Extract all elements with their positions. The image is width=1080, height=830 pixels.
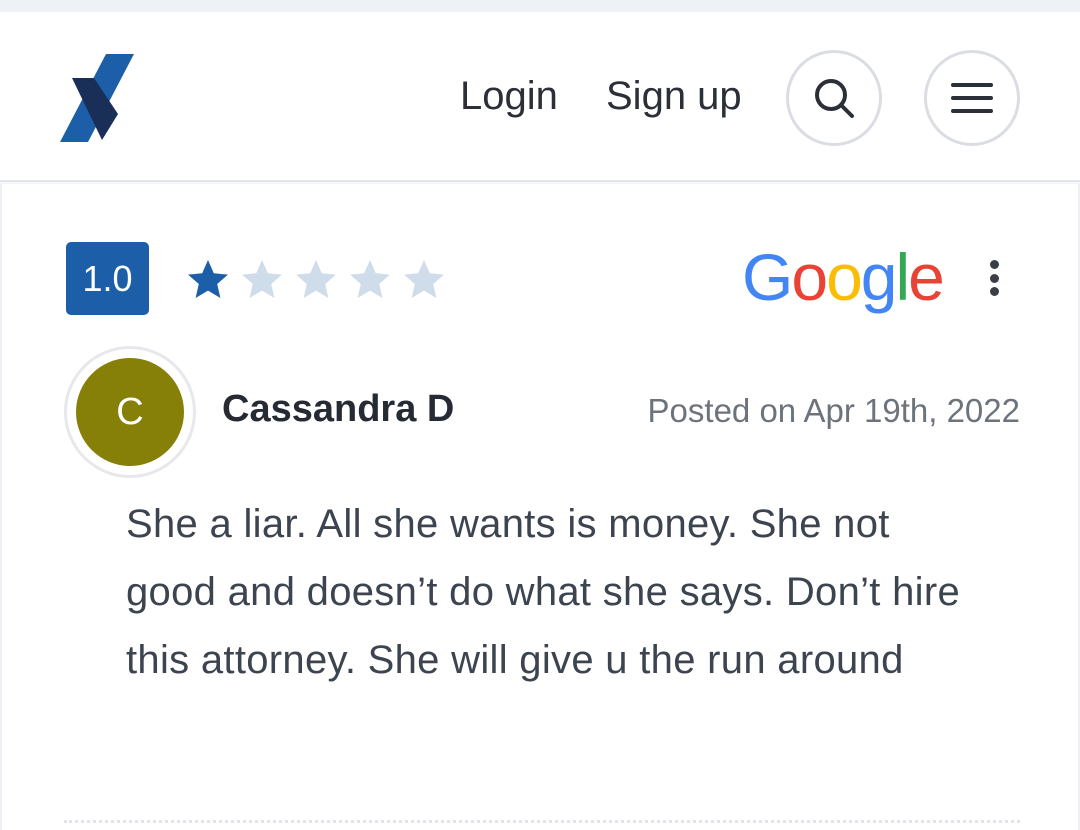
top-strip xyxy=(0,0,1080,12)
avatar-initial: C xyxy=(76,358,184,466)
star-empty-icon xyxy=(242,260,282,298)
star-empty-icon xyxy=(350,260,390,298)
more-dots-icon xyxy=(989,260,999,269)
review-text: She a liar. All she wants is money. She … xyxy=(126,502,961,682)
site-header: Login Sign up xyxy=(0,12,1080,182)
review-card: 1.0 Google C Cassandra D Posted on Apr 1… xyxy=(0,184,1080,830)
google-logo: Google xyxy=(742,240,945,314)
search-button[interactable] xyxy=(786,50,882,146)
search-icon xyxy=(815,79,854,118)
star-empty-icon xyxy=(296,260,336,298)
more-options-button[interactable] xyxy=(978,252,1010,304)
hamburger-menu-icon xyxy=(951,83,993,113)
star-rating xyxy=(182,256,450,304)
star-empty-icon xyxy=(404,260,444,298)
x-logo[interactable] xyxy=(58,50,138,146)
posted-date: Posted on Apr 19th, 2022 xyxy=(647,392,1020,429)
avatar: C xyxy=(64,346,196,478)
rating-badge: 1.0 xyxy=(66,242,149,315)
star-filled-icon xyxy=(188,260,228,298)
menu-button[interactable] xyxy=(924,50,1020,146)
signup-link[interactable]: Sign up xyxy=(606,74,742,119)
login-link[interactable]: Login xyxy=(460,74,558,119)
divider xyxy=(64,820,1020,823)
reviewer-name: Cassandra D xyxy=(222,388,455,430)
